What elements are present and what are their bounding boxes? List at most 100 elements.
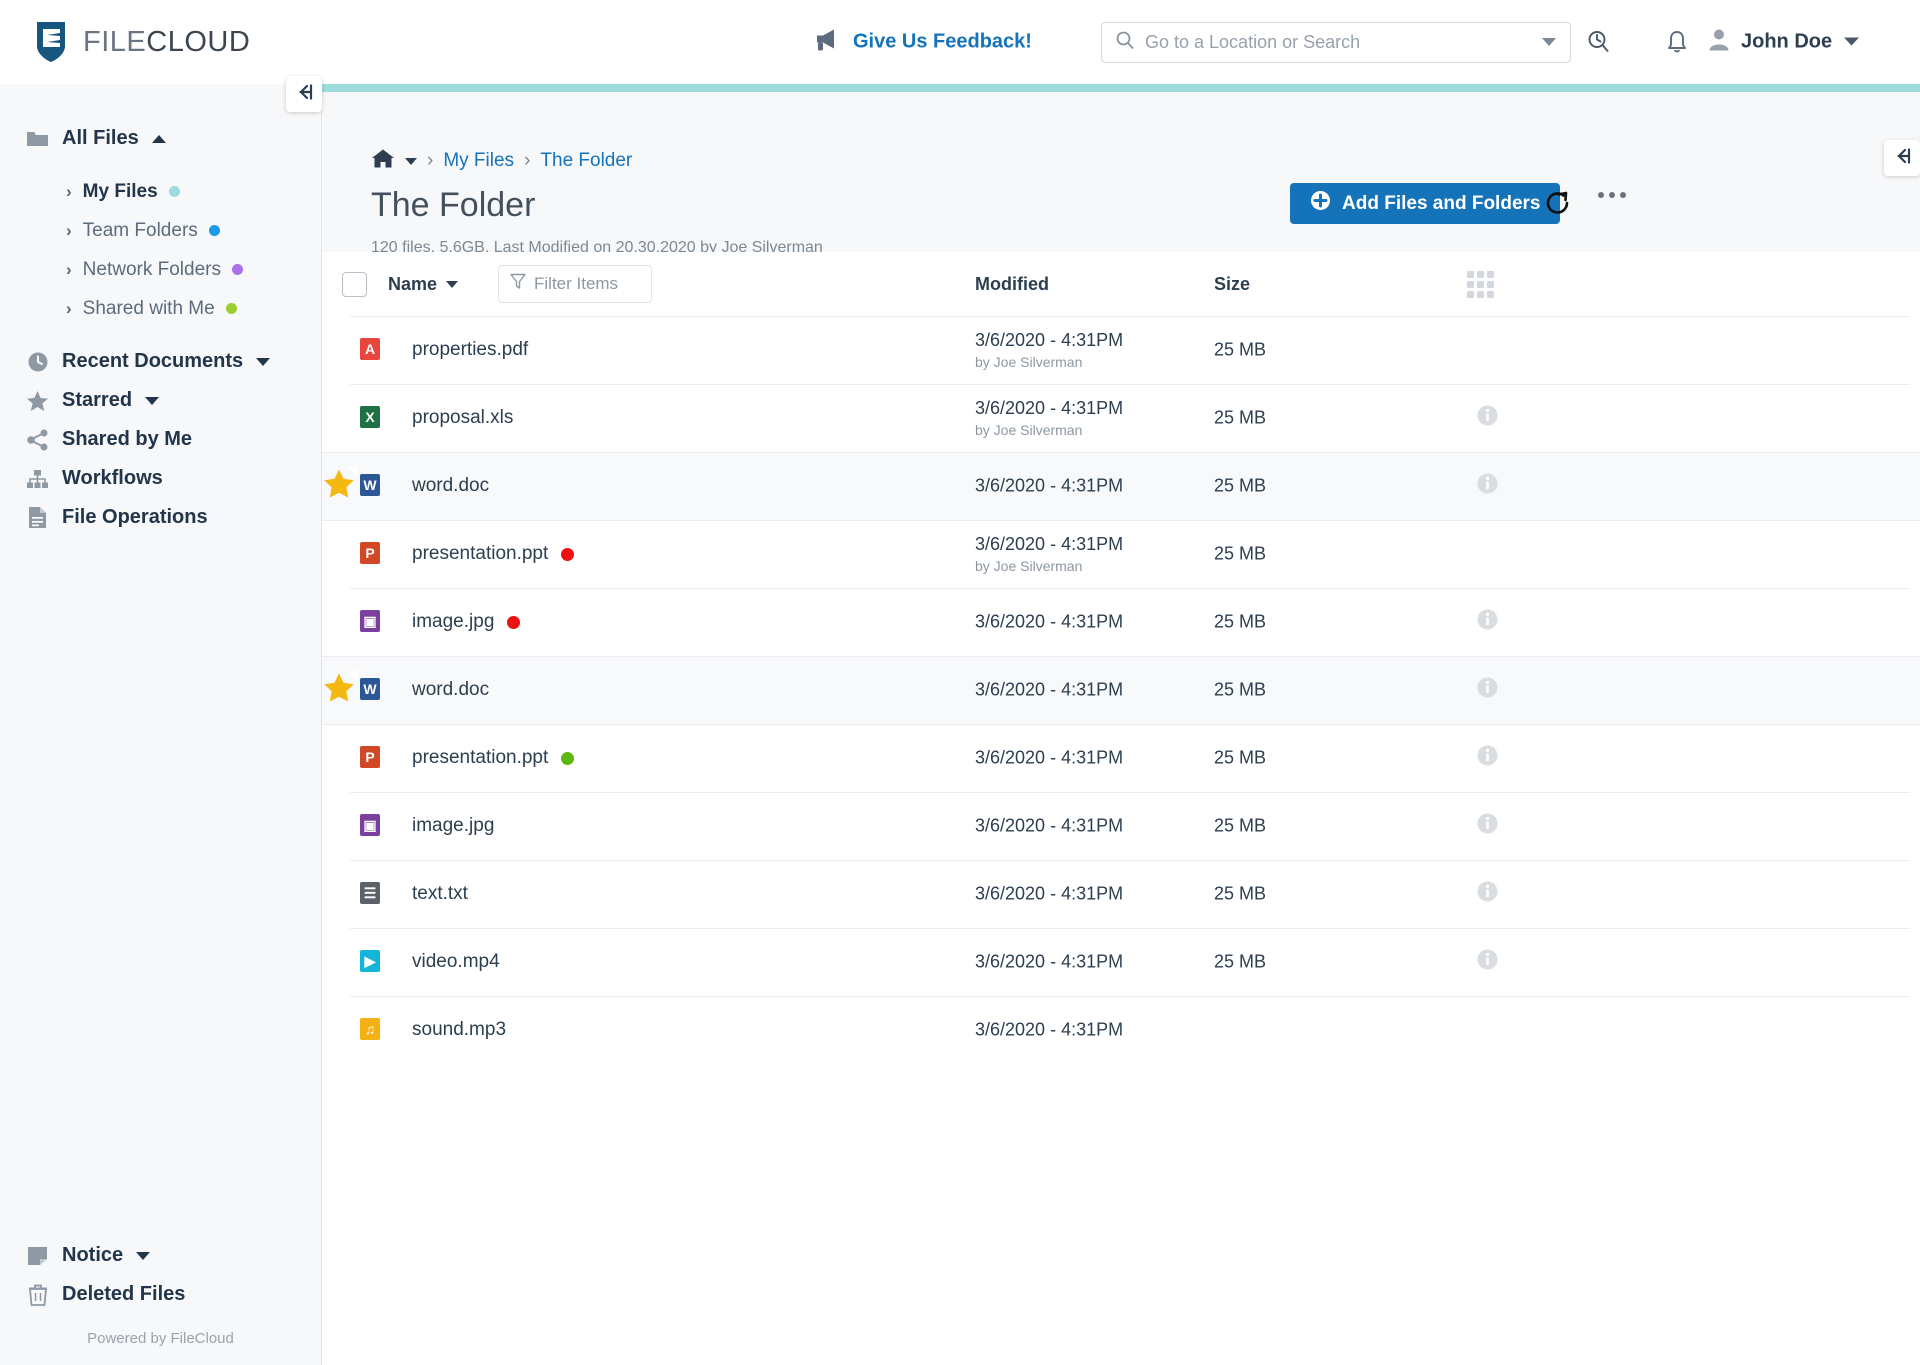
column-header-modified[interactable]: Modified [975, 274, 1049, 295]
file-name-cell[interactable]: presentation.ppt [412, 747, 575, 769]
file-name-cell[interactable]: sound.mp3 [412, 1019, 506, 1041]
file-name-label[interactable]: sound.mp3 [412, 1019, 506, 1041]
caret-down-icon[interactable] [136, 1251, 151, 1260]
file-type-icon: ▶ [347, 943, 390, 981]
sidebar-item-file-operations[interactable]: File Operations [0, 498, 321, 537]
search-input[interactable] [1145, 32, 1531, 53]
table-row[interactable]: ▶ video.mp4 3/6/2020 - 4:31PM 25 MB [322, 928, 1920, 996]
right-panel-collapse-button[interactable] [1884, 140, 1920, 176]
chevron-down-icon[interactable] [1843, 33, 1860, 51]
row-divider [350, 384, 1910, 385]
select-all-checkbox[interactable] [342, 271, 367, 297]
file-type-icon: ▣ [347, 603, 390, 641]
caret-up-icon[interactable] [151, 134, 166, 143]
search-box[interactable] [1101, 22, 1571, 63]
chevron-down-icon[interactable] [1541, 34, 1557, 52]
search-history-icon[interactable] [1586, 29, 1612, 55]
file-name-label[interactable]: word.doc [412, 475, 489, 497]
table-row[interactable]: Ppresentation.ppt 3/6/2020 - 4:31PM by Joe… [322, 520, 1920, 588]
file-name-label[interactable]: video.mp4 [412, 951, 500, 973]
table-row[interactable]: Aproperties.pdf 3/6/2020 - 4:31PM by Joe S… [322, 316, 1920, 384]
file-name-cell[interactable]: image.jpg [412, 611, 521, 633]
file-name-label[interactable]: image.jpg [412, 815, 494, 837]
file-name-cell[interactable]: word.doc [412, 679, 489, 701]
table-row[interactable]: Xproposal.xls 3/6/2020 - 4:31PM by Joe Sil… [322, 384, 1920, 452]
modified-date: 3/6/2020 - 4:31PM [975, 815, 1124, 836]
give-feedback-button[interactable]: Give Us Feedback! [814, 28, 1032, 57]
more-options-button[interactable] [1598, 192, 1626, 198]
sidebar-item-recent-documents[interactable]: Recent Documents [0, 342, 321, 381]
caret-down-icon[interactable] [405, 157, 417, 165]
file-name-cell[interactable]: proposal.xls [412, 407, 513, 429]
team-folders-status-dot [208, 225, 220, 236]
add-files-and-folders-button[interactable]: Add Files and Folders [1290, 183, 1561, 224]
info-icon[interactable] [1477, 949, 1498, 975]
sidebar-item-workflows[interactable]: Workflows [0, 459, 321, 498]
refresh-button[interactable] [1544, 189, 1572, 222]
star-icon [26, 389, 49, 412]
sidebar-item-deleted-files[interactable]: Deleted Files [0, 1275, 321, 1314]
star-icon[interactable] [322, 672, 356, 709]
column-header-size[interactable]: Size [1214, 274, 1250, 295]
file-name-label[interactable]: properties.pdf [412, 339, 528, 361]
sidebar-item-notice-label: Notice [62, 1244, 124, 1266]
file-name-cell[interactable]: presentation.ppt [412, 543, 575, 565]
info-icon[interactable] [1477, 677, 1498, 703]
file-name-cell[interactable]: text.txt [412, 883, 468, 905]
bell-icon[interactable] [1665, 29, 1689, 55]
sidebar-item-notice[interactable]: Notice [0, 1236, 321, 1275]
caret-down-icon[interactable] [256, 357, 271, 366]
info-icon[interactable] [1477, 405, 1498, 431]
sidebar-item-all-files[interactable]: All Files [0, 119, 321, 158]
file-name-cell[interactable]: properties.pdf [412, 339, 528, 361]
modified-cell: 3/6/2020 - 4:31PM [975, 1020, 1123, 1041]
grid-view-icon[interactable] [1467, 270, 1494, 298]
file-name-label[interactable]: proposal.xls [412, 407, 513, 429]
sidebar-collapse-button[interactable] [286, 76, 322, 112]
info-icon[interactable] [1477, 609, 1498, 635]
table-row[interactable]: ♫ sound.mp3 3/6/2020 - 4:31PM [322, 996, 1920, 1064]
filter-items-input[interactable] [534, 274, 640, 294]
file-name-cell[interactable]: video.mp4 [412, 951, 500, 973]
filecloud-logo[interactable]: FILECLOUD [34, 20, 250, 64]
file-type-icon: W [347, 467, 390, 505]
table-row[interactable]: Wword.doc 3/6/2020 - 4:31PM 25 MB [322, 656, 1920, 724]
file-name-cell[interactable]: word.doc [412, 475, 489, 497]
caret-down-icon[interactable] [145, 396, 160, 405]
filter-items-box[interactable] [498, 265, 652, 303]
file-status-dot [561, 751, 575, 765]
breadcrumb-item-the-folder[interactable]: The Folder [540, 150, 632, 172]
breadcrumb-item-my-files[interactable]: My Files [443, 150, 514, 172]
table-row[interactable]: ▣ image.jpg 3/6/2020 - 4:31PM 25 MB [322, 588, 1920, 656]
file-name-label[interactable]: text.txt [412, 883, 468, 905]
sidebar-item-shared-by-me[interactable]: Shared by Me [0, 420, 321, 459]
user-menu[interactable]: John Doe [1708, 28, 1860, 57]
table-row[interactable]: ☰ text.txt 3/6/2020 - 4:31PM 25 MB [322, 860, 1920, 928]
sidebar-item-team-folders[interactable]: › Team Folders [0, 211, 321, 250]
info-icon[interactable] [1477, 881, 1498, 907]
file-name-label[interactable]: word.doc [412, 679, 489, 701]
file-type-icon: ☰ [347, 875, 390, 913]
sidebar-item-my-files[interactable]: › My Files [0, 172, 321, 211]
table-row[interactable]: ▣ image.jpg 3/6/2020 - 4:31PM 25 MB [322, 792, 1920, 860]
info-icon[interactable] [1477, 813, 1498, 839]
sidebar-item-shared-with-me[interactable]: › Shared with Me [0, 289, 321, 328]
row-divider [322, 520, 1920, 521]
share-icon [26, 428, 49, 451]
file-name-label[interactable]: presentation.ppt [412, 747, 548, 769]
file-name-cell[interactable]: image.jpg [412, 815, 494, 837]
table-row[interactable]: Ppresentation.ppt 3/6/2020 - 4:31PM 25 MB [322, 724, 1920, 792]
sidebar-item-network-folders-label: Network Folders [82, 258, 221, 280]
home-icon[interactable] [371, 148, 395, 174]
more-horizontal-icon [1598, 192, 1604, 198]
sidebar-item-starred[interactable]: Starred [0, 381, 321, 420]
row-divider [322, 724, 1920, 725]
file-name-label[interactable]: presentation.ppt [412, 543, 548, 565]
file-name-label[interactable]: image.jpg [412, 611, 494, 633]
table-row[interactable]: Wword.doc 3/6/2020 - 4:31PM 25 MB [322, 452, 1920, 520]
column-header-name[interactable]: Name [388, 274, 459, 295]
info-icon[interactable] [1477, 473, 1498, 499]
info-icon[interactable] [1477, 745, 1498, 771]
sidebar-item-network-folders[interactable]: › Network Folders [0, 250, 321, 289]
star-icon[interactable] [322, 468, 356, 505]
